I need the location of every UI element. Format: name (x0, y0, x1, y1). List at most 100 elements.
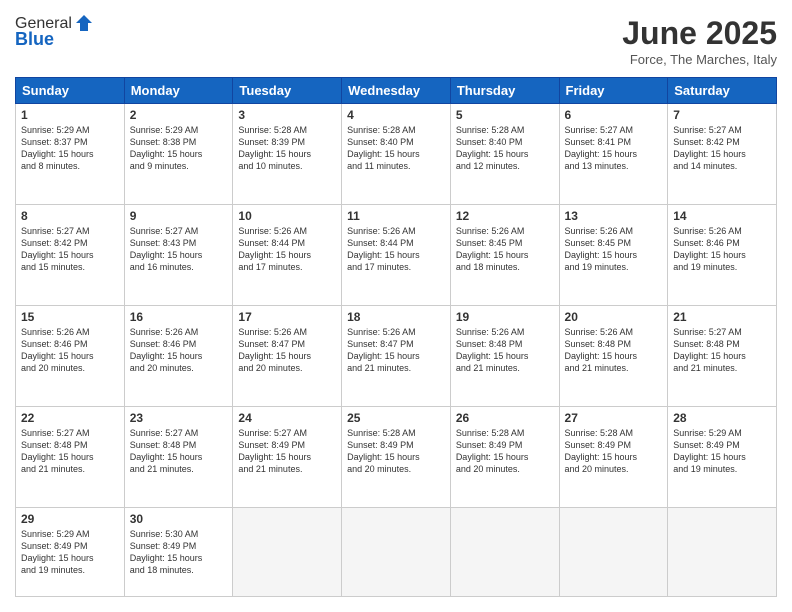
day-number: 27 (565, 411, 663, 425)
table-row: 1 Sunrise: 5:29 AM Sunset: 8:37 PM Daylig… (16, 104, 125, 205)
day-number: 22 (21, 411, 119, 425)
day-number: 5 (456, 108, 554, 122)
calendar: Sunday Monday Tuesday Wednesday Thursday… (15, 77, 777, 597)
table-row: 29 Sunrise: 5:29 AM Sunset: 8:49 PM Dayli… (16, 507, 125, 596)
calendar-week-row: 1 Sunrise: 5:29 AM Sunset: 8:37 PM Daylig… (16, 104, 777, 205)
table-row: 3 Sunrise: 5:28 AM Sunset: 8:39 PM Daylig… (233, 104, 342, 205)
table-row: 17Sunrise: 5:26 AM Sunset: 8:47 PM Dayli… (233, 305, 342, 406)
table-row: 26Sunrise: 5:28 AM Sunset: 8:49 PM Dayli… (450, 406, 559, 507)
table-row (559, 507, 668, 596)
day-info: Sunrise: 5:26 AM Sunset: 8:46 PM Dayligh… (130, 326, 228, 375)
day-number: 6 (565, 108, 663, 122)
location: Force, The Marches, Italy (622, 52, 777, 67)
table-row (668, 507, 777, 596)
day-info: Sunrise: 5:29 AM Sunset: 8:37 PM Dayligh… (21, 124, 119, 173)
day-number: 9 (130, 209, 228, 223)
table-row: 8Sunrise: 5:27 AM Sunset: 8:42 PM Daylig… (16, 204, 125, 305)
table-row: 9 Sunrise: 5:27 AM Sunset: 8:43 PM Daylig… (124, 204, 233, 305)
day-number: 18 (347, 310, 445, 324)
day-number: 29 (21, 512, 119, 526)
table-row: 6 Sunrise: 5:27 AM Sunset: 8:41 PM Daylig… (559, 104, 668, 205)
calendar-week-row: 29 Sunrise: 5:29 AM Sunset: 8:49 PM Dayli… (16, 507, 777, 596)
day-info: Sunrise: 5:28 AM Sunset: 8:40 PM Dayligh… (456, 124, 554, 173)
day-info: Sunrise: 5:29 AM Sunset: 8:49 PM Dayligh… (21, 528, 119, 577)
table-row: 24 Sunrise: 5:27 AM Sunset: 8:49 PM Dayli… (233, 406, 342, 507)
table-row: 15 Sunrise: 5:26 AM Sunset: 8:46 PM Dayli… (16, 305, 125, 406)
header-saturday: Saturday (668, 78, 777, 104)
table-row: 25Sunrise: 5:28 AM Sunset: 8:49 PM Dayli… (342, 406, 451, 507)
day-info: Sunrise: 5:28 AM Sunset: 8:49 PM Dayligh… (456, 427, 554, 476)
header: General Blue June 2025 Force, The Marche… (15, 15, 777, 67)
table-row: 21Sunrise: 5:27 AM Sunset: 8:48 PM Dayli… (668, 305, 777, 406)
table-row: 23 Sunrise: 5:27 AM Sunset: 8:48 PM Dayli… (124, 406, 233, 507)
day-info: Sunrise: 5:26 AM Sunset: 8:47 PM Dayligh… (347, 326, 445, 375)
calendar-header-row: Sunday Monday Tuesday Wednesday Thursday… (16, 78, 777, 104)
day-info: Sunrise: 5:26 AM Sunset: 8:46 PM Dayligh… (21, 326, 119, 375)
day-info: Sunrise: 5:29 AM Sunset: 8:49 PM Dayligh… (673, 427, 771, 476)
table-row (450, 507, 559, 596)
day-info: Sunrise: 5:26 AM Sunset: 8:45 PM Dayligh… (565, 225, 663, 274)
day-info: Sunrise: 5:29 AM Sunset: 8:38 PM Dayligh… (130, 124, 228, 173)
table-row: 12 Sunrise: 5:26 AM Sunset: 8:45 PM Dayli… (450, 204, 559, 305)
logo: General Blue (15, 15, 94, 50)
day-number: 4 (347, 108, 445, 122)
day-info: Sunrise: 5:27 AM Sunset: 8:48 PM Dayligh… (130, 427, 228, 476)
day-info: Sunrise: 5:28 AM Sunset: 8:49 PM Dayligh… (565, 427, 663, 476)
day-number: 8 (21, 209, 119, 223)
day-info: Sunrise: 5:28 AM Sunset: 8:40 PM Dayligh… (347, 124, 445, 173)
table-row: 14 Sunrise: 5:26 AM Sunset: 8:46 PM Dayli… (668, 204, 777, 305)
table-row (233, 507, 342, 596)
day-number: 11 (347, 209, 445, 223)
day-number: 14 (673, 209, 771, 223)
title-section: June 2025 Force, The Marches, Italy (622, 15, 777, 67)
table-row: 27 Sunrise: 5:28 AM Sunset: 8:49 PM Dayli… (559, 406, 668, 507)
calendar-week-row: 15 Sunrise: 5:26 AM Sunset: 8:46 PM Dayli… (16, 305, 777, 406)
day-number: 2 (130, 108, 228, 122)
day-info: Sunrise: 5:27 AM Sunset: 8:49 PM Dayligh… (238, 427, 336, 476)
day-number: 30 (130, 512, 228, 526)
day-number: 10 (238, 209, 336, 223)
day-info: Sunrise: 5:26 AM Sunset: 8:46 PM Dayligh… (673, 225, 771, 274)
table-row: 28 Sunrise: 5:29 AM Sunset: 8:49 PM Dayli… (668, 406, 777, 507)
logo-icon (74, 13, 94, 33)
table-row: 19Sunrise: 5:26 AM Sunset: 8:48 PM Dayli… (450, 305, 559, 406)
day-info: Sunrise: 5:26 AM Sunset: 8:48 PM Dayligh… (565, 326, 663, 375)
day-info: Sunrise: 5:26 AM Sunset: 8:45 PM Dayligh… (456, 225, 554, 274)
day-number: 16 (130, 310, 228, 324)
table-row: 30 Sunrise: 5:30 AM Sunset: 8:49 PM Dayli… (124, 507, 233, 596)
day-number: 20 (565, 310, 663, 324)
day-info: Sunrise: 5:30 AM Sunset: 8:49 PM Dayligh… (130, 528, 228, 577)
day-info: Sunrise: 5:26 AM Sunset: 8:44 PM Dayligh… (347, 225, 445, 274)
table-row: 13Sunrise: 5:26 AM Sunset: 8:45 PM Dayli… (559, 204, 668, 305)
calendar-week-row: 22 Sunrise: 5:27 AM Sunset: 8:48 PM Dayli… (16, 406, 777, 507)
table-row: 18 Sunrise: 5:26 AM Sunset: 8:47 PM Dayli… (342, 305, 451, 406)
table-row: 20 Sunrise: 5:26 AM Sunset: 8:48 PM Dayli… (559, 305, 668, 406)
day-number: 7 (673, 108, 771, 122)
day-info: Sunrise: 5:27 AM Sunset: 8:41 PM Dayligh… (565, 124, 663, 173)
table-row: 10Sunrise: 5:26 AM Sunset: 8:44 PM Dayli… (233, 204, 342, 305)
table-row: 16 Sunrise: 5:26 AM Sunset: 8:46 PM Dayli… (124, 305, 233, 406)
day-info: Sunrise: 5:27 AM Sunset: 8:43 PM Dayligh… (130, 225, 228, 274)
day-number: 1 (21, 108, 119, 122)
day-info: Sunrise: 5:27 AM Sunset: 8:42 PM Dayligh… (673, 124, 771, 173)
page: General Blue June 2025 Force, The Marche… (0, 0, 792, 612)
day-number: 28 (673, 411, 771, 425)
table-row: 5 Sunrise: 5:28 AM Sunset: 8:40 PM Daylig… (450, 104, 559, 205)
calendar-week-row: 8Sunrise: 5:27 AM Sunset: 8:42 PM Daylig… (16, 204, 777, 305)
month-title: June 2025 (622, 15, 777, 52)
day-number: 24 (238, 411, 336, 425)
day-number: 19 (456, 310, 554, 324)
day-info: Sunrise: 5:28 AM Sunset: 8:39 PM Dayligh… (238, 124, 336, 173)
day-number: 21 (673, 310, 771, 324)
day-number: 12 (456, 209, 554, 223)
header-friday: Friday (559, 78, 668, 104)
header-tuesday: Tuesday (233, 78, 342, 104)
header-sunday: Sunday (16, 78, 125, 104)
day-number: 15 (21, 310, 119, 324)
day-number: 23 (130, 411, 228, 425)
header-wednesday: Wednesday (342, 78, 451, 104)
day-info: Sunrise: 5:27 AM Sunset: 8:48 PM Dayligh… (21, 427, 119, 476)
header-monday: Monday (124, 78, 233, 104)
day-number: 17 (238, 310, 336, 324)
day-number: 3 (238, 108, 336, 122)
